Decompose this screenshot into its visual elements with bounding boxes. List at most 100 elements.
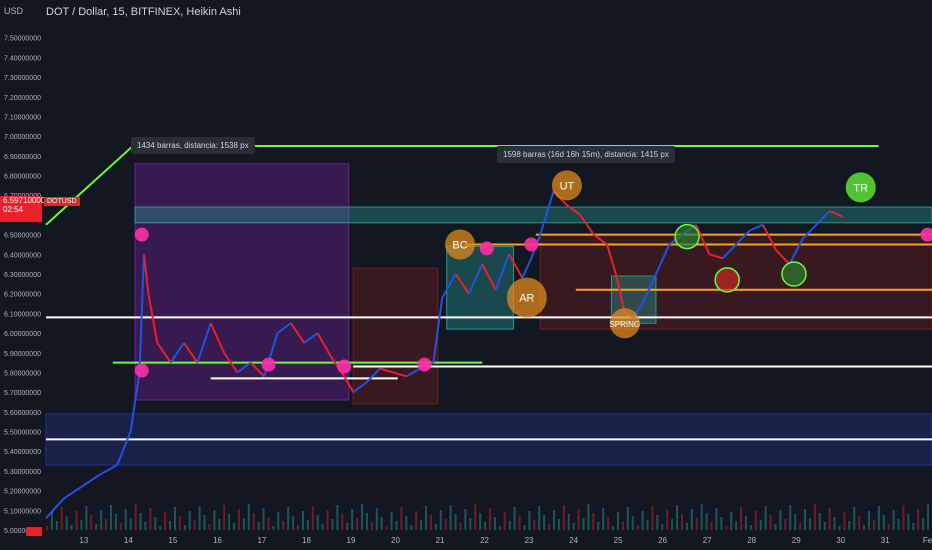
y-tick-label: 6.40000000 (4, 252, 41, 259)
volume-bar (198, 506, 201, 530)
volume-bar (833, 517, 836, 530)
volume-bar (410, 525, 413, 530)
volume-bar (183, 525, 186, 530)
event-marker-2 (261, 357, 276, 372)
volume-bar (336, 505, 339, 530)
y-tick-label: 7.10000000 (4, 114, 41, 121)
volume-bar (636, 525, 639, 530)
volume-bar (887, 524, 890, 530)
volume-bar (292, 516, 295, 530)
volume-bar (562, 505, 565, 530)
volume-bar (735, 521, 738, 530)
volume-bar (813, 504, 816, 530)
bar-timer: 02:54 (3, 205, 24, 214)
volume-bar (370, 522, 373, 530)
x-tick-label: 20 (391, 536, 400, 545)
x-tick-label: 23 (525, 536, 534, 545)
checkpoint-circle-1 (714, 267, 740, 293)
label-text-0: BC (452, 239, 467, 251)
zone-box-2 (134, 206, 932, 224)
volume-bar (46, 526, 48, 530)
volume-bar (705, 513, 708, 530)
volume-bar (105, 519, 108, 530)
y-tick-label: 6.10000000 (4, 311, 41, 318)
volume-bar (395, 521, 398, 530)
volume-bar (892, 510, 895, 530)
volume-bar (843, 512, 846, 530)
volume-bar (425, 506, 428, 530)
volume-bar (154, 517, 157, 530)
label-text-3: SPRING (609, 320, 640, 329)
x-tick-label: 16 (213, 536, 222, 545)
volume-bar (592, 513, 595, 530)
volume-bar (769, 515, 772, 530)
volume-bar (380, 517, 383, 530)
volume-bar (400, 507, 403, 530)
volume-bar (178, 516, 181, 530)
volume-bar (277, 512, 280, 530)
volume-bar (927, 504, 930, 530)
label-text-2: AR (519, 293, 534, 305)
volume-bar (405, 516, 408, 530)
price-chart[interactable]: BC UT AR SPRING TR 7.50000000 7.40000000 7.3000… (0, 0, 932, 550)
volume-bar (326, 510, 329, 530)
volume-bar (134, 504, 137, 530)
volume-bar (159, 526, 162, 530)
volume-bar (917, 509, 920, 530)
volume-bar (543, 515, 546, 530)
x-tick-label: 17 (257, 536, 266, 545)
y-tick-label: 6.80000000 (4, 174, 41, 181)
event-marker-5 (479, 241, 494, 256)
volume-bar (651, 506, 654, 530)
volume-bar (616, 512, 619, 530)
y-tick-label: 6.20000000 (4, 292, 41, 299)
volume-bar (149, 508, 152, 530)
volume-bar (690, 509, 693, 530)
volume-bar (129, 518, 132, 530)
volume-bar (877, 506, 880, 530)
volume-bar (661, 524, 664, 530)
volume-bar (779, 510, 782, 530)
volume-bar (385, 526, 388, 530)
volume-bar (784, 519, 787, 530)
volume-bar (95, 524, 98, 530)
volume-bar (715, 508, 718, 530)
volume-bar (459, 523, 462, 530)
y-tick-label: 5.20000000 (4, 489, 41, 496)
volume-bar (257, 522, 260, 530)
volume-bar (434, 524, 437, 530)
y-tick-label: 7.30000000 (4, 75, 41, 82)
volume-bar (90, 515, 93, 530)
volume-bar (863, 525, 866, 530)
volume-bar (306, 520, 309, 530)
volume-bar (464, 509, 467, 530)
volume-bar (479, 513, 482, 530)
volume-bar (351, 509, 354, 530)
volume-bar (513, 507, 516, 530)
zone-box-0 (134, 163, 350, 401)
x-tick-label: 15 (168, 536, 177, 545)
volume-bar (208, 524, 211, 530)
volume-bar (390, 512, 393, 530)
y-tick-label: 6.00000000 (4, 331, 41, 338)
volume-bar (597, 522, 600, 530)
volume-bar (503, 512, 506, 530)
volume-bar (316, 515, 319, 530)
volume-bar (169, 521, 172, 530)
y-tick-label: 5.60000000 (4, 410, 41, 417)
volume-bar (331, 519, 334, 530)
volume-bar (838, 526, 841, 530)
volume-bar (907, 514, 910, 530)
volume-bar (749, 525, 752, 530)
volume-bar (656, 515, 659, 530)
volume-bar (223, 505, 226, 530)
chart-title: DOT / Dollar, 15, BITFINEX, Heikin Ashi (46, 6, 241, 18)
y-tick-label: 6.50000000 (4, 233, 41, 240)
volume-bar (818, 513, 821, 530)
last-price: 6.59710000 (3, 196, 46, 205)
volume-bar (100, 510, 103, 530)
y-tick-label: 5.40000000 (4, 449, 41, 456)
volume-bar (55, 521, 58, 530)
volume-bar (789, 505, 792, 530)
x-tick-label: 25 (614, 536, 623, 545)
